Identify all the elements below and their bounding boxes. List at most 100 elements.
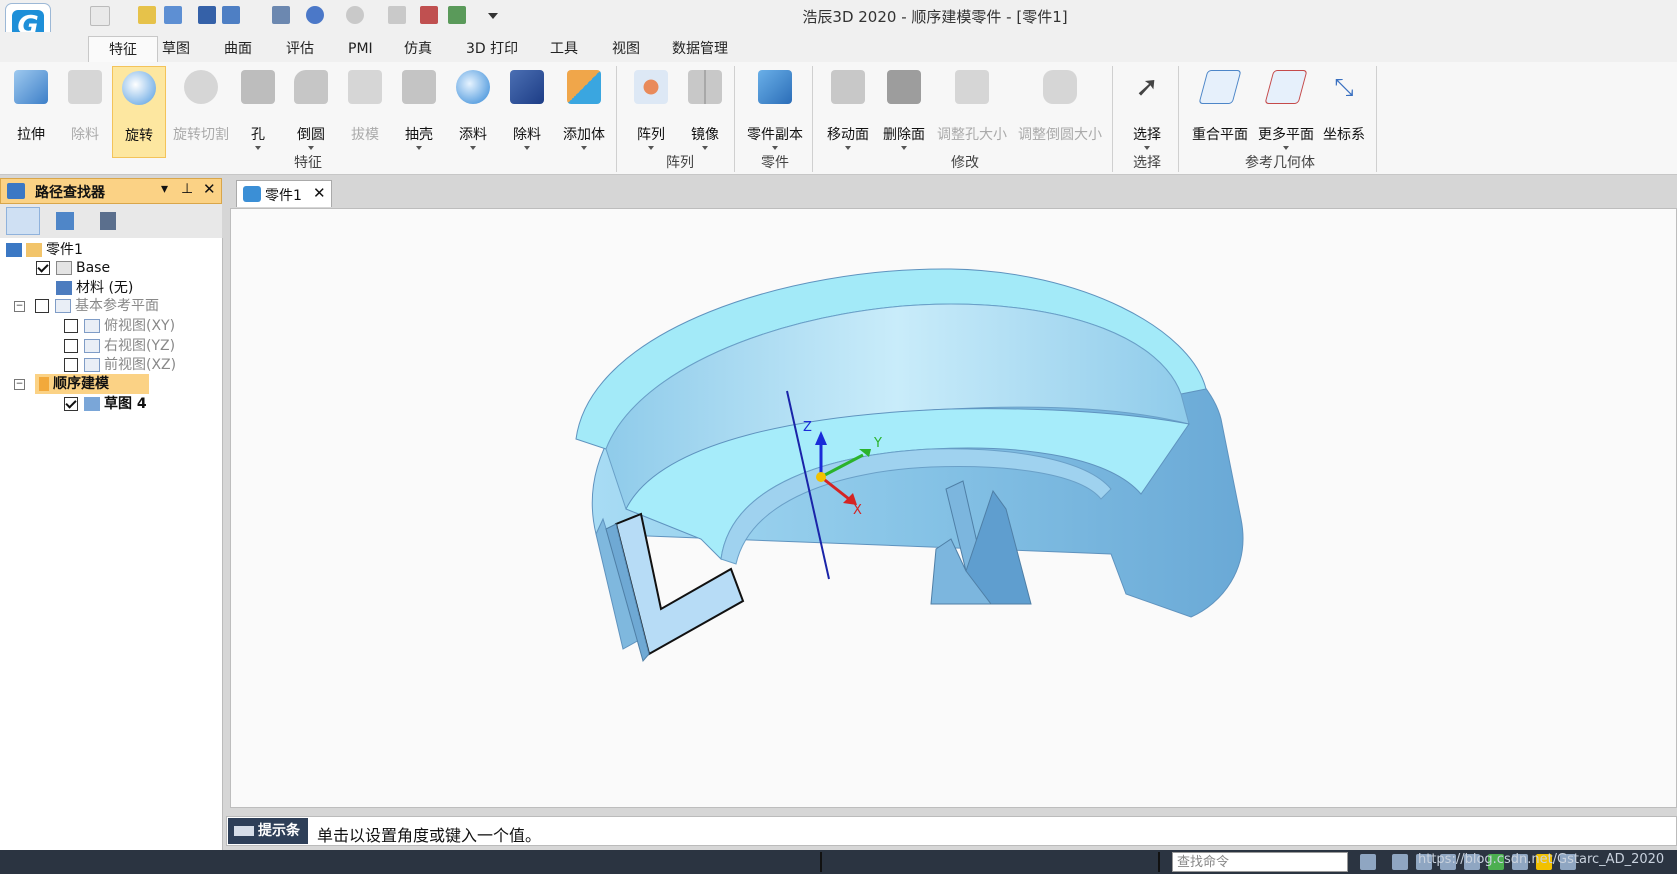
tab-simulation[interactable]: 仿真 [398, 36, 438, 62]
fillet-dropdown-icon[interactable] [308, 146, 314, 150]
plane-xy-checkbox[interactable] [64, 319, 78, 333]
revolve-label: 旋转 [125, 128, 153, 144]
more-planes-button[interactable]: 更多平面 [1254, 66, 1318, 156]
tree-node-sketch[interactable]: 草图 4 [64, 394, 147, 414]
tool-b-icon[interactable] [448, 6, 466, 24]
hole-dropdown-icon[interactable] [255, 146, 261, 150]
tab-data-management[interactable]: 数据管理 [666, 36, 734, 62]
repeat-icon[interactable] [388, 6, 406, 24]
plane-yz-checkbox[interactable] [64, 339, 78, 353]
add-body-dropdown-icon[interactable] [581, 146, 587, 150]
tab-evaluate[interactable]: 评估 [280, 36, 320, 62]
remove-material-button[interactable]: 除料 [504, 66, 550, 156]
tree-node-material[interactable]: 材料 (无) [56, 278, 133, 298]
open-file-icon[interactable] [138, 6, 156, 24]
tree-node-seq-model[interactable]: − 顺序建模 [14, 374, 214, 394]
sketch-checkbox[interactable] [64, 397, 78, 411]
shell-button[interactable]: 抽壳 [396, 66, 442, 156]
tree-node-plane-yz[interactable]: 右视图(YZ) [64, 336, 175, 356]
plane-xz-checkbox[interactable] [64, 358, 78, 372]
tree-node-plane-xy[interactable]: 俯视图(XY) [64, 316, 175, 336]
close-document-icon[interactable]: ✕ [313, 184, 326, 202]
properties-icon[interactable] [272, 6, 290, 24]
tab-pmi[interactable]: PMI [342, 36, 379, 62]
add-material-dropdown-icon[interactable] [470, 146, 476, 150]
tool-a-icon[interactable] [420, 6, 438, 24]
coincident-plane-button[interactable]: 重合平面 [1186, 66, 1254, 156]
redo-icon[interactable] [346, 6, 364, 24]
arrow-icon[interactable] [1360, 854, 1376, 870]
tab-surface[interactable]: 曲面 [218, 36, 258, 62]
tab-tools[interactable]: 工具 [544, 36, 584, 62]
tab-view[interactable]: 视图 [606, 36, 646, 62]
collapse-icon[interactable]: − [14, 378, 25, 390]
new-file-icon[interactable] [90, 6, 110, 26]
3d-viewport[interactable]: Z Y X [230, 208, 1677, 808]
command-search-input[interactable]: 查找命令 [1172, 852, 1348, 872]
sketch-icon [84, 397, 100, 411]
tab-3d-print[interactable]: 3D 打印 [460, 36, 524, 62]
move-face-button[interactable]: 移动面 [820, 66, 876, 156]
ribbon-separator [1376, 66, 1377, 172]
plane-icon [55, 299, 71, 313]
select-button[interactable]: ➚ 选择 [1124, 66, 1170, 156]
tab-sketch[interactable]: 草图 [156, 36, 196, 62]
remove-material-dropdown-icon[interactable] [524, 146, 530, 150]
group-label-part: 零件 [761, 155, 789, 171]
hole-button[interactable]: 孔 [240, 66, 276, 156]
part-file-icon [26, 243, 42, 257]
save-all-icon[interactable] [222, 6, 240, 24]
coordinate-system-button[interactable]: ⤡ 坐标系 [1318, 66, 1370, 156]
add-material-button[interactable]: 添料 [450, 66, 496, 156]
document-tab[interactable]: 零件1 ✕ [236, 180, 332, 207]
shell-dropdown-icon[interactable] [416, 146, 422, 150]
seq-model-icon [39, 377, 49, 391]
fit-view-icon[interactable] [1392, 854, 1408, 870]
part-copy-button[interactable]: 零件副本 [742, 66, 808, 156]
pin-icon[interactable]: ⊥ [181, 181, 193, 197]
fillet-button[interactable]: 倒圆 [288, 66, 334, 156]
collapse-icon[interactable]: − [14, 300, 25, 312]
tree-node-ref-planes[interactable]: − 基本参考平面 [14, 296, 159, 316]
select-dropdown-icon[interactable] [1144, 146, 1150, 150]
resize-hole-button[interactable]: 调整孔大小 [934, 66, 1010, 156]
extrude-button[interactable]: 拉伸 [8, 66, 54, 156]
pathfinder-tree: 零件1 Base 材料 (无) − 基本参考平面 俯视图(XY) 右视图(YZ) … [0, 238, 223, 850]
revolved-part-model[interactable] [575, 268, 1244, 663]
tree-node-base[interactable]: Base [36, 258, 110, 278]
group-label-ref-geometry: 参考几何体 [1245, 155, 1315, 171]
resize-fillet-button[interactable]: 调整倒圆大小 [1014, 66, 1106, 156]
list-view-icon[interactable] [100, 212, 116, 230]
tab-feature[interactable]: 特征 [88, 36, 158, 63]
base-checkbox[interactable] [36, 261, 50, 275]
tree-node-part1[interactable]: 零件1 [6, 240, 83, 260]
tree-view-icon[interactable] [6, 207, 40, 235]
pattern-dropdown-icon[interactable] [648, 146, 654, 150]
delete-face-dropdown-icon[interactable] [901, 146, 907, 150]
ribbon-separator [616, 66, 617, 172]
model-canvas[interactable]: Z Y X [231, 209, 1676, 807]
more-planes-dropdown-icon[interactable] [1283, 146, 1289, 150]
save-icon[interactable] [198, 6, 216, 24]
pattern-button[interactable]: 阵列 [628, 66, 674, 156]
revolve-button[interactable]: 旋转 [112, 66, 166, 158]
move-face-dropdown-icon[interactable] [845, 146, 851, 150]
add-body-button[interactable]: 添加体 [556, 66, 612, 156]
revolve-cut-button[interactable]: 旋转切割 [168, 66, 234, 156]
delete-face-button[interactable]: 删除面 [876, 66, 932, 156]
mirror-button[interactable]: 镜像 [682, 66, 728, 156]
resize-hole-icon [955, 70, 989, 104]
tree-node-plane-xz[interactable]: 前视图(XZ) [64, 355, 176, 375]
prompt-label-text: 提示条 [258, 823, 300, 839]
cut-button[interactable]: 除料 [62, 66, 108, 156]
part-copy-dropdown-icon[interactable] [772, 146, 778, 150]
mirror-dropdown-icon[interactable] [702, 146, 708, 150]
layers-icon[interactable] [56, 212, 74, 230]
search-icon[interactable] [164, 6, 182, 24]
close-panel-icon[interactable]: ✕ [203, 180, 216, 198]
undo-icon[interactable] [306, 6, 324, 24]
panel-menu-icon[interactable]: ▾ [161, 181, 168, 197]
ref-planes-checkbox[interactable] [35, 299, 49, 313]
draft-button[interactable]: 拔模 [342, 66, 388, 156]
customize-quick-access-icon[interactable] [488, 13, 498, 19]
